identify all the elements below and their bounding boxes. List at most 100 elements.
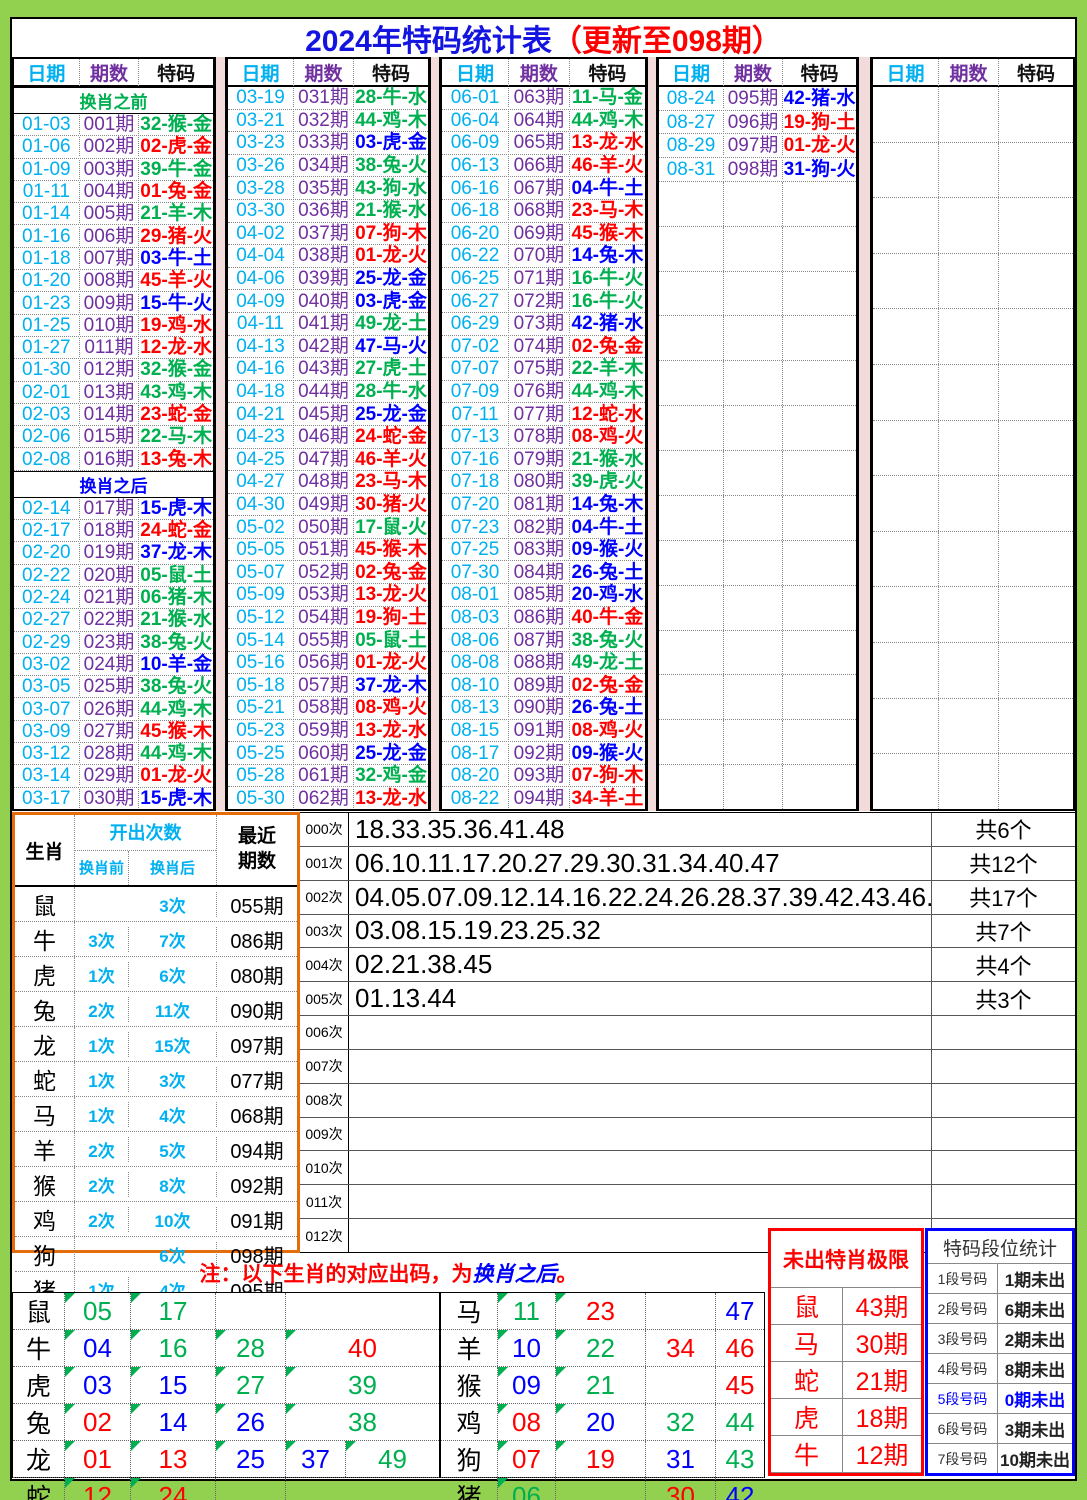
period-cell (939, 142, 999, 198)
frequency-numbers: 02.21.38.45 (355, 949, 493, 980)
period-cell: 046期 (294, 427, 354, 447)
zodiac-map-row: 猴 09 21 45 (441, 1367, 764, 1404)
code-cell: 12-龙-水 (140, 337, 213, 359)
period-cell: 049期 (294, 494, 354, 514)
code-cell: 23-蛇-金 (140, 404, 213, 425)
frequency-label: 010次 (300, 1151, 349, 1185)
column-header-code: 特码 (1016, 63, 1055, 85)
zodiac-map-row: 鼠 05 17 (13, 1293, 439, 1330)
code-cell: 17-鼠-火 (355, 516, 427, 538)
frequency-label: 008次 (300, 1083, 349, 1117)
date-cell: 05-05 (228, 540, 294, 560)
date-cell: 03-07 (14, 699, 80, 719)
code-cell: 20-鸡-水 (571, 584, 644, 606)
frequency-row: 007次 (300, 1049, 1075, 1084)
period-cell: 044期 (294, 382, 354, 402)
missing-zodiac-name: 牛 (771, 1436, 843, 1472)
period-cell: 015期 (80, 427, 140, 447)
draw-row: 04-30 049期 30-猪-火 (228, 494, 428, 517)
code-cell: 22-马-木 (140, 426, 213, 448)
date-cell: 03-02 (14, 654, 80, 674)
frequency-total (931, 1049, 1075, 1083)
date-cell: 05-23 (228, 720, 294, 740)
draw-row: 03-21 032期 44-鸡-木 (228, 110, 428, 133)
last-period: 094期 (230, 1140, 284, 1163)
zodiac-number-cell: 15 (131, 1367, 216, 1403)
zodiac-stats-row: 蛇 1次 3次 077期 (15, 1062, 297, 1097)
date-cell: 01-25 (14, 315, 80, 335)
zodiac-name: 虎 (13, 1367, 65, 1403)
segment-label: 6段号码 (928, 1414, 998, 1443)
date-cell: 05-25 (228, 743, 294, 763)
count-before: 1次 (75, 1066, 129, 1092)
code-cell (999, 198, 1073, 253)
zodiac-number-cell: 22 (556, 1330, 646, 1366)
code-cell: 45-猴-木 (140, 720, 213, 742)
page-title: 2024年特码统计表 （更新至098期） (12, 19, 1075, 58)
zodiac-name: 牛 (15, 922, 75, 956)
lottery-stats-page: 2024年特码统计表 （更新至098期） 日期 期数 特码 换肖之前 01-03 001期… (0, 0, 1087, 1500)
empty-row (659, 451, 856, 496)
code-cell: 03-虎-金 (355, 290, 427, 312)
code-cell: 13-龙-火 (355, 584, 427, 606)
period-cell: 009期 (80, 293, 140, 313)
period-cell: 086期 (509, 607, 570, 627)
zodiac-number-cell: 40 (286, 1330, 439, 1366)
date-cell (873, 365, 939, 420)
code-cell (999, 643, 1073, 698)
code-cell (999, 699, 1073, 754)
period-cell (939, 420, 999, 476)
code-cell: 24-蛇-金 (140, 520, 213, 542)
zodiac-map-row: 蛇 12 24 (13, 1478, 439, 1500)
period-cell: 011期 (80, 338, 140, 358)
zodiac-number-cell: 30 (646, 1478, 716, 1500)
date-cell: 02-17 (14, 521, 80, 541)
zodiac-number-cell (286, 1293, 439, 1329)
date-cell: 02-06 (14, 427, 80, 447)
date-cell (873, 754, 939, 809)
date-cell: 08-08 (442, 653, 509, 673)
draw-row: 04-06 039期 25-龙-金 (228, 268, 428, 291)
draw-row: 07-23 082期 04-牛-土 (442, 516, 645, 539)
column-header-date: 日期 (14, 58, 80, 86)
draw-row: 07-18 080期 39-虎-火 (442, 471, 645, 494)
empty-row (873, 476, 1073, 532)
period-cell: 062期 (294, 788, 354, 808)
draw-row: 08-13 090期 26-兔-土 (442, 697, 645, 720)
frequency-total: 共6个 (931, 813, 1075, 846)
zodiac-name: 龙 (15, 1027, 75, 1061)
code-cell: 25-龙-金 (355, 268, 427, 290)
period-cell: 048期 (294, 472, 354, 492)
draw-group-header: 日期 期数 特码 (14, 58, 213, 87)
zodiac-name: 蛇 (15, 1062, 75, 1096)
draw-group-5: 日期 期数 特码 (871, 57, 1075, 811)
count-after: 15次 (129, 1031, 217, 1057)
period-cell (724, 181, 784, 226)
code-cell: 14-兔-木 (571, 493, 644, 515)
draw-row: 04-13 042期 47-马-火 (228, 336, 428, 359)
zodiac-stats-body: 鼠 3次 055期牛 3次 7次 086期虎 1次 6次 080期兔 2次 11次 090期龙 1次 15… (15, 887, 297, 1306)
zodiac-stats-row: 羊 2次 5次 094期 (15, 1132, 297, 1167)
draw-row: 01-18 007期 03-牛-土 (14, 248, 213, 271)
date-cell: 07-20 (442, 494, 509, 514)
count-after: 3次 (129, 1066, 217, 1092)
count-after: 6次 (129, 961, 217, 987)
draw-row: 03-30 036期 21-猴-水 (228, 200, 428, 223)
code-cell: 01-龙-火 (355, 245, 427, 267)
code-cell (999, 421, 1073, 476)
period-cell (724, 675, 784, 720)
period-cell: 064期 (509, 110, 570, 130)
date-cell (659, 271, 724, 316)
frequency-total: 共7个 (931, 914, 1075, 948)
frequency-row: 004次 02.21.38.45 共4个 (300, 948, 1075, 983)
draw-row: 05-21 058期 08-鸡-火 (228, 697, 428, 720)
period-cell: 013期 (80, 382, 140, 402)
code-cell: 40-牛-金 (571, 606, 644, 628)
draw-row: 02-01 013期 43-鸡-木 (14, 382, 213, 404)
segment-row: 5段号码 0期未出 (928, 1383, 1072, 1413)
draw-row: 02-24 021期 06-猪-木 (14, 587, 213, 610)
empty-row (873, 198, 1073, 254)
date-cell: 02-27 (14, 610, 80, 630)
draw-row: 06-27 072期 16-牛-火 (442, 290, 645, 313)
missing-zodiac-periods: 12期 (855, 1442, 909, 1470)
